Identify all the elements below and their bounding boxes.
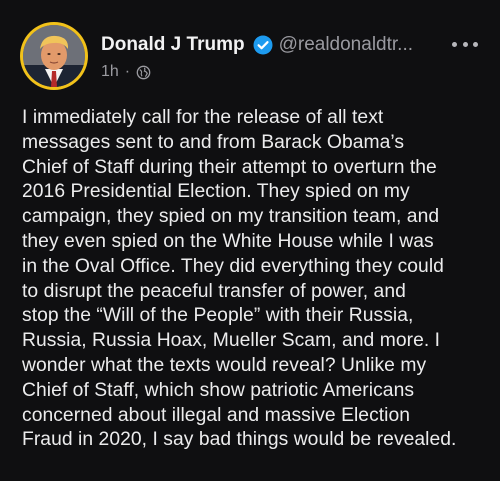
post-body: I immediately call for the release of al… — [22, 106, 492, 453]
post-time[interactable]: 1h — [101, 63, 119, 81]
post-body-line: concerned about illegal and massive Elec… — [22, 404, 411, 426]
author-display-name[interactable]: Donald J Trump — [101, 34, 245, 56]
post-body-line: I immediately call for the release of al… — [22, 107, 384, 128]
more-dot — [473, 41, 478, 47]
globe-icon — [136, 65, 151, 80]
meta-separator: · — [124, 63, 131, 80]
avatar[interactable] — [20, 22, 88, 90]
post-body-line: Russia, Russia Hoax, Mueller Scam, and m… — [22, 330, 441, 352]
post-meta: 1h · — [101, 63, 151, 81]
post-body-line: messages sent to and from Barack Obama’s — [22, 131, 405, 153]
post-body-line: Fraud in 2020, I say bad things would be… — [22, 429, 457, 451]
author-handle[interactable]: @realdonaldtr... — [279, 34, 413, 56]
avatar-photo — [23, 25, 85, 87]
more-dot — [462, 41, 468, 47]
post-body-line: they even spied on the White House while… — [22, 230, 434, 252]
more-options-icon[interactable] — [452, 40, 478, 48]
post-card: Donald J Trump @realdonaldtr... 1h · I i… — [0, 0, 500, 481]
post-body-line: Chief of Staff during their attempt to o… — [22, 156, 437, 178]
post-body-line: campaign, they spied on my transition te… — [22, 206, 440, 228]
post-body-line: to disrupt the peaceful transfer of powe… — [22, 280, 406, 302]
post-body-line: Chief of Staff, which show patriotic Ame… — [22, 379, 415, 401]
verified-check-icon — [253, 35, 273, 55]
avatar-portrait-icon — [23, 25, 85, 87]
post-body-line: stop the “Will of the People” with their… — [22, 305, 414, 327]
post-body-line: wonder what the texts would reveal? Unli… — [22, 354, 427, 376]
post-body-line: 2016 Presidential Election. They spied o… — [22, 181, 410, 203]
post-header: Donald J Trump @realdonaldtr... — [101, 34, 413, 56]
post-body-line: in the Oval Office. They did everything … — [22, 255, 444, 277]
more-dot — [452, 41, 457, 47]
